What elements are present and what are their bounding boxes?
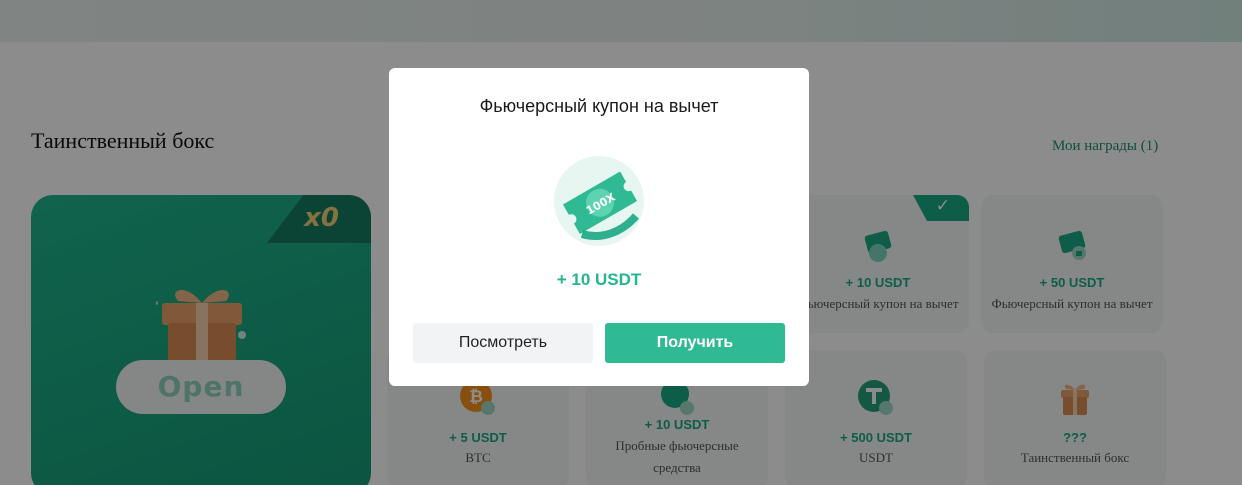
- modal-title: Фьючерсный купон на вычет: [479, 96, 719, 116]
- coupon-icon: 100X: [554, 156, 644, 246]
- view-button[interactable]: Посмотреть: [413, 323, 593, 363]
- modal-amount: + 10 USDT: [556, 270, 642, 289]
- reward-modal: Фьючерсный купон на вычет 100X + 10 USDT…: [389, 68, 809, 386]
- get-button[interactable]: Получить: [605, 323, 785, 363]
